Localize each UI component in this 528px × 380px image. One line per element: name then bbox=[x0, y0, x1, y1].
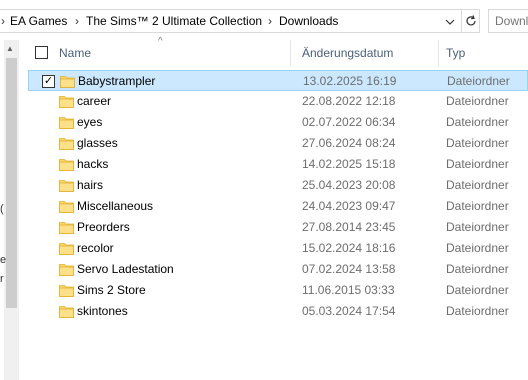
nav-scrollbar-thumb[interactable] bbox=[6, 58, 17, 308]
breadcrumb-ea-games[interactable]: EA Games bbox=[10, 14, 67, 28]
breadcrumb-separator[interactable]: › bbox=[268, 14, 272, 28]
nav-scroll-up-arrow[interactable]: ▲ bbox=[6, 44, 14, 53]
folder-icon bbox=[59, 263, 74, 276]
breadcrumb-separator[interactable]: › bbox=[1, 14, 5, 28]
breadcrumb-downloads[interactable]: Downloads bbox=[279, 14, 338, 28]
file-type: Dateiordner bbox=[446, 115, 509, 129]
file-row[interactable]: skintones 05.03.2024 17:54 Dateiordner bbox=[28, 301, 528, 322]
file-row[interactable]: glasses 27.06.2024 08:24 Dateiordner bbox=[28, 133, 528, 154]
file-row[interactable]: ✓ Babystrampler 13.02.2025 16:19 Dateiordne… bbox=[28, 70, 528, 91]
file-type: Dateiordner bbox=[446, 283, 509, 297]
folder-icon bbox=[59, 95, 74, 108]
select-all-checkbox[interactable] bbox=[35, 46, 48, 59]
file-type: Dateiordner bbox=[446, 178, 509, 192]
nav-item-fragment[interactable]: r bbox=[0, 273, 4, 285]
column-header-date[interactable]: Änderungsdatum bbox=[302, 46, 393, 60]
breadcrumb-sims2-ultimate[interactable]: The Sims™ 2 Ultimate Collection bbox=[86, 14, 262, 28]
search-box[interactable] bbox=[488, 9, 528, 33]
folder-icon bbox=[60, 75, 75, 88]
folder-icon bbox=[59, 158, 74, 171]
column-divider[interactable] bbox=[438, 40, 439, 66]
file-date: 05.03.2024 17:54 bbox=[302, 304, 396, 318]
sort-ascending-icon: ^ bbox=[158, 36, 163, 47]
file-row[interactable]: eyes 02.07.2022 06:34 Dateiordner bbox=[28, 112, 528, 133]
file-date: 27.06.2024 08:24 bbox=[302, 136, 396, 150]
file-row[interactable]: Miscellaneous 24.04.2023 09:47 Dateiordner bbox=[28, 196, 528, 217]
file-type: Dateiordner bbox=[446, 304, 509, 318]
file-type: Dateiordner bbox=[446, 262, 509, 276]
file-type: Dateiordner bbox=[446, 220, 509, 234]
file-name[interactable]: recolor bbox=[77, 241, 114, 255]
file-date: 27.08.2014 23:45 bbox=[302, 220, 396, 234]
file-type: Dateiordner bbox=[446, 94, 509, 108]
file-date: 22.08.2022 12:18 bbox=[302, 94, 396, 108]
file-name[interactable]: Babystrampler bbox=[78, 74, 155, 88]
folder-icon bbox=[59, 221, 74, 234]
refresh-button[interactable] bbox=[462, 9, 480, 33]
file-date: 15.02.2024 18:16 bbox=[302, 241, 396, 255]
nav-item-fragment[interactable]: e bbox=[0, 254, 6, 266]
folder-icon bbox=[59, 116, 74, 129]
file-type: Dateiordner bbox=[446, 136, 509, 150]
folder-icon bbox=[59, 305, 74, 318]
file-date: 07.02.2024 13:58 bbox=[302, 262, 396, 276]
file-name[interactable]: hairs bbox=[77, 178, 103, 192]
file-date: 24.04.2023 09:47 bbox=[302, 199, 396, 213]
folder-icon bbox=[59, 284, 74, 297]
file-name[interactable]: skintones bbox=[77, 304, 128, 318]
address-bar[interactable]: › EA Games › The Sims™ 2 Ultimate Collec… bbox=[0, 9, 462, 33]
file-type: Dateiordner bbox=[446, 241, 509, 255]
file-type: Dateiordner bbox=[446, 199, 509, 213]
file-row[interactable]: Preorders 27.08.2014 23:45 Dateiordner bbox=[28, 217, 528, 238]
folder-icon bbox=[59, 200, 74, 213]
breadcrumb-separator[interactable]: › bbox=[75, 14, 79, 28]
folder-icon bbox=[59, 179, 74, 192]
file-type: Dateiordner bbox=[447, 74, 510, 88]
file-name[interactable]: glasses bbox=[77, 136, 118, 150]
column-header-name[interactable]: Name bbox=[59, 46, 91, 60]
file-name[interactable]: Miscellaneous bbox=[77, 199, 153, 213]
file-date: 13.02.2025 16:19 bbox=[303, 74, 397, 88]
file-row[interactable]: recolor 15.02.2024 18:16 Dateiordner bbox=[28, 238, 528, 259]
folder-icon bbox=[59, 137, 74, 150]
file-row[interactable]: hacks 14.02.2025 15:18 Dateiordner bbox=[28, 154, 528, 175]
file-date: 02.07.2022 06:34 bbox=[302, 115, 396, 129]
file-date: 11.06.2015 03:33 bbox=[302, 283, 395, 297]
file-type: Dateiordner bbox=[446, 157, 509, 171]
file-list: ✓ Babystrampler 13.02.2025 16:19 Dateiordne… bbox=[28, 70, 528, 322]
file-name[interactable]: hacks bbox=[77, 157, 108, 171]
file-date: 25.04.2023 20:08 bbox=[302, 178, 396, 192]
file-row[interactable]: Servo Ladestation 07.02.2024 13:58 Dateior… bbox=[28, 259, 528, 280]
file-date: 14.02.2025 15:18 bbox=[302, 157, 396, 171]
folder-icon bbox=[59, 242, 74, 255]
nav-item-fragment[interactable]: ( bbox=[0, 203, 4, 215]
chevron-down-icon[interactable] bbox=[443, 15, 457, 29]
search-input[interactable] bbox=[489, 10, 528, 32]
file-row[interactable]: Sims 2 Store 11.06.2015 03:33 Dateiordner bbox=[28, 280, 528, 301]
column-header-type[interactable]: Typ bbox=[446, 46, 465, 60]
file-row[interactable]: hairs 25.04.2023 20:08 Dateiordner bbox=[28, 175, 528, 196]
row-checkbox[interactable]: ✓ bbox=[42, 75, 55, 88]
file-name[interactable]: Servo Ladestation bbox=[77, 262, 174, 276]
file-name[interactable]: Sims 2 Store bbox=[77, 283, 146, 297]
refresh-icon bbox=[464, 14, 478, 31]
file-name[interactable]: Preorders bbox=[77, 220, 130, 234]
file-name[interactable]: eyes bbox=[77, 115, 102, 129]
file-row[interactable]: career 22.08.2022 12:18 Dateiordner bbox=[28, 91, 528, 112]
column-header: ^ Name Änderungsdatum Typ bbox=[28, 36, 528, 66]
column-divider[interactable] bbox=[290, 40, 291, 66]
file-name[interactable]: career bbox=[77, 94, 111, 108]
